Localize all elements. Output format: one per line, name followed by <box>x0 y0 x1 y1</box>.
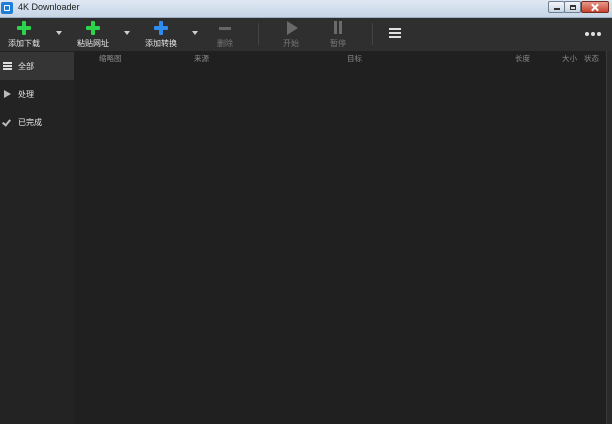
paste-url-dropdown-chevron-icon[interactable] <box>124 31 130 35</box>
add-download-button[interactable]: 添加下载 <box>2 18 46 51</box>
play-icon <box>284 21 298 35</box>
download-list: 缩略图 来源 目标 长度 大小 状态 <box>74 51 606 424</box>
pause-button[interactable]: 暂停 <box>320 18 356 51</box>
plus-icon <box>17 21 31 35</box>
column-header-target[interactable]: 目标 <box>347 53 362 64</box>
column-header-source[interactable]: 来源 <box>194 53 209 64</box>
paste-url-label: 粘贴网址 <box>77 39 109 48</box>
sidebar: 全部 处理 已完成 <box>0 51 74 424</box>
app-logo-icon <box>1 2 13 14</box>
sidebar-item-label: 已完成 <box>18 118 42 127</box>
maximize-button[interactable] <box>564 1 581 13</box>
plus-icon <box>154 21 168 35</box>
plus-icon <box>86 21 100 35</box>
minus-icon <box>218 21 232 35</box>
start-button[interactable]: 开始 <box>273 18 309 51</box>
column-header-status[interactable]: 状态 <box>584 53 599 64</box>
download-list-area[interactable] <box>74 64 606 420</box>
play-icon <box>3 90 12 99</box>
minimize-button[interactable] <box>548 1 565 13</box>
pause-icon <box>331 21 345 35</box>
sidebar-item-all[interactable]: 全部 <box>0 52 74 80</box>
check-icon <box>3 118 12 127</box>
sidebar-item-processing[interactable]: 处理 <box>0 80 74 108</box>
column-header-thumbnail[interactable]: 缩略图 <box>99 53 122 64</box>
column-header-length[interactable]: 长度 <box>515 53 530 64</box>
delete-button[interactable]: 删除 <box>207 18 243 51</box>
add-convert-dropdown-chevron-icon[interactable] <box>192 31 198 35</box>
column-header-size[interactable]: 大小 <box>562 53 577 64</box>
window-title: 4K Downloader <box>18 2 80 12</box>
delete-label: 删除 <box>217 39 233 48</box>
more-dots-icon[interactable] <box>585 32 601 36</box>
scrollbar[interactable] <box>606 51 612 424</box>
title-bar: 4K Downloader <box>0 0 612 18</box>
table-header: 缩略图 来源 目标 长度 大小 状态 <box>74 51 606 64</box>
add-convert-label: 添加转换 <box>145 39 177 48</box>
close-button[interactable] <box>581 1 609 13</box>
start-label: 开始 <box>283 39 299 48</box>
pause-label: 暂停 <box>330 39 346 48</box>
sidebar-item-completed[interactable]: 已完成 <box>0 108 74 136</box>
app-window: 4K Downloader 添加下载 粘贴网址 添加转换 删除 开始 暂停 全部… <box>0 0 612 424</box>
list-icon <box>3 62 12 71</box>
add-convert-button[interactable]: 添加转换 <box>138 18 184 51</box>
paste-url-button[interactable]: 粘贴网址 <box>70 18 116 51</box>
toolbar-divider <box>258 23 259 45</box>
toolbar-divider <box>372 23 373 45</box>
sidebar-item-label: 处理 <box>18 90 34 99</box>
add-download-label: 添加下载 <box>8 39 40 48</box>
sidebar-item-label: 全部 <box>18 62 34 71</box>
add-download-dropdown-chevron-icon[interactable] <box>56 31 62 35</box>
hamburger-menu-icon[interactable] <box>389 27 401 40</box>
toolbar: 添加下载 粘贴网址 添加转换 删除 开始 暂停 <box>0 18 612 51</box>
